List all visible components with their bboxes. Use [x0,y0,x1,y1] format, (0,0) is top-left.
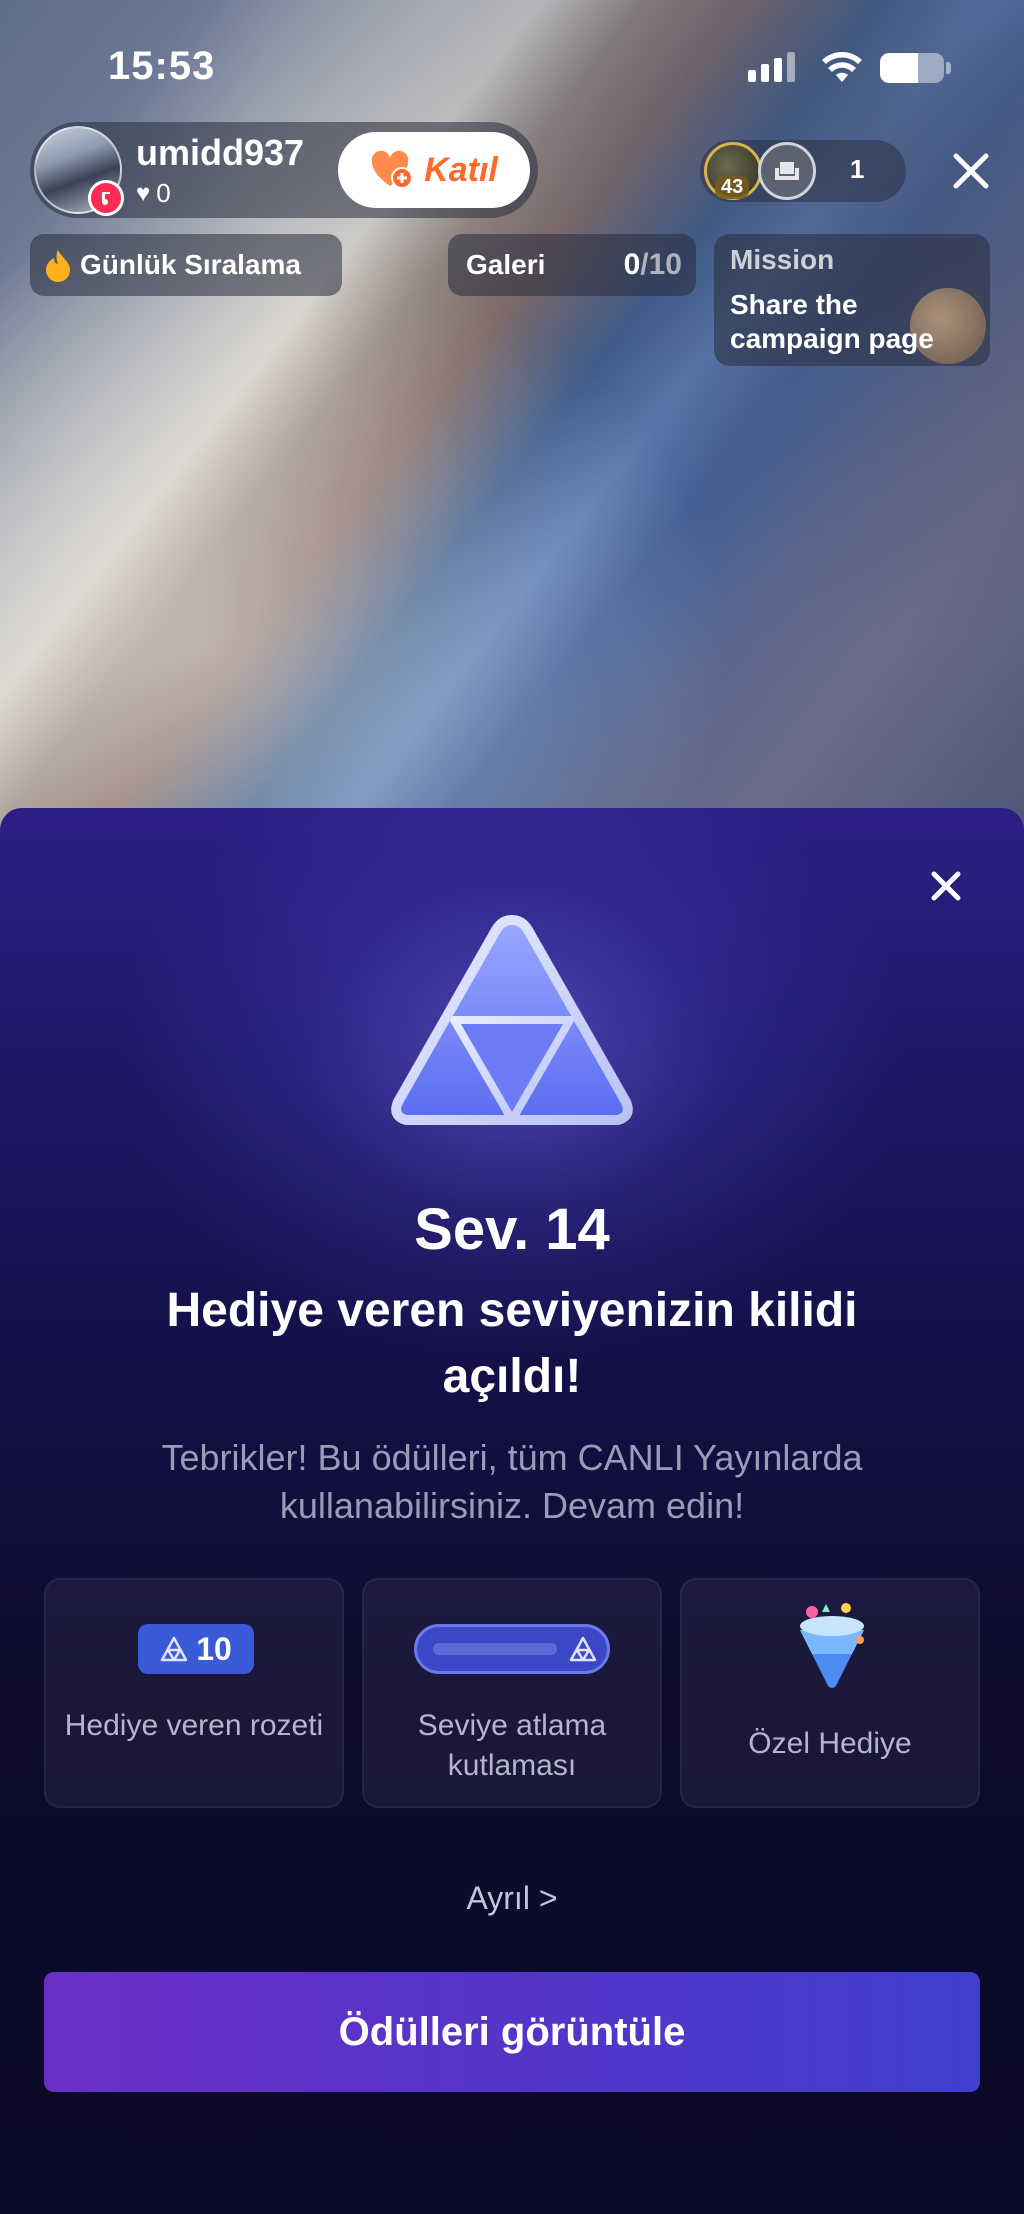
mission-card[interactable]: Mission Share the campaign page [714,234,990,366]
close-stream-icon[interactable] [946,146,996,196]
gallery-chip[interactable]: Galeri 0/10 [448,234,696,296]
heart-icon: ♥ [136,179,151,207]
battery-icon [880,53,944,83]
viewer-list[interactable]: 43 1 [700,140,906,202]
leave-link[interactable]: Ayrıl > [0,1880,1024,1917]
cellular-signal-icon [748,52,795,82]
join-label: Katıl [424,150,498,189]
host-info[interactable]: umidd937 ♥ 0 Katıl [30,122,538,218]
viewer-avatar[interactable] [758,142,816,200]
battery-tip [946,62,951,74]
triangle-badge-icon [160,1636,188,1662]
gifter-badge-icon: 10 [138,1624,254,1674]
host-likes-count: 0 [156,178,171,208]
host-username: umidd937 [136,132,305,173]
level-up-bar-icon [414,1624,610,1674]
unlock-heading: Hediye veren seviyenizin kilidi açıldı! [166,1284,858,1403]
gallery-count: 0/10 [623,248,682,281]
reward-label: Hediye veren rozeti [64,1709,324,1742]
rewards-grid: 10 Hediye veren rozeti Seviye atlama kut… [44,1578,980,1808]
join-heart-icon [371,150,414,189]
reward-label: Özel Hediye [748,1727,912,1760]
view-rewards-button[interactable]: Ödülleri görüntüle [44,1972,980,2092]
fire-icon [46,250,70,282]
host-likes: ♥ 0 [136,178,171,209]
reward-card-badge[interactable]: 10 Hediye veren rozeti [44,1578,344,1808]
triangle-badge-icon [391,915,633,1125]
reward-label: Seviye atlama kutlaması [417,1709,607,1782]
level-title: Sev. 14 [414,1197,610,1262]
reward-card-celebration[interactable]: Seviye atlama kutlaması [362,1578,662,1808]
top-viewer-level: 43 [715,176,750,199]
daily-ranking-label: Günlük Sıralama [80,249,301,280]
badge-value: 10 [196,1630,232,1667]
reward-card-special-gift[interactable]: Özel Hediye [680,1578,980,1808]
top-viewer-avatar[interactable]: 43 [704,142,762,200]
wifi-icon [822,52,862,82]
level-unlocked-sheet: Sev. 14 Hediye veren seviyenizin kilidi … [0,808,1024,2214]
unlock-description: Tebrikler! Bu ödülleri, tüm CANLI Yayınl… [161,1437,863,1526]
status-time: 15:53 [108,44,216,88]
mission-title: Mission [730,244,835,275]
viewer-count: 1 [850,154,865,184]
status-bar: 15:53 [0,0,1024,130]
gift-cone-icon [800,1603,864,1688]
join-button[interactable]: Katıl [338,132,530,208]
live-badge-icon [88,180,124,216]
daily-ranking-chip[interactable]: Günlük Sıralama [30,234,342,296]
sofa-icon [775,162,799,180]
gallery-label: Galeri [466,249,546,280]
close-icon[interactable] [924,864,968,908]
mission-text: Share the campaign page [730,289,934,354]
